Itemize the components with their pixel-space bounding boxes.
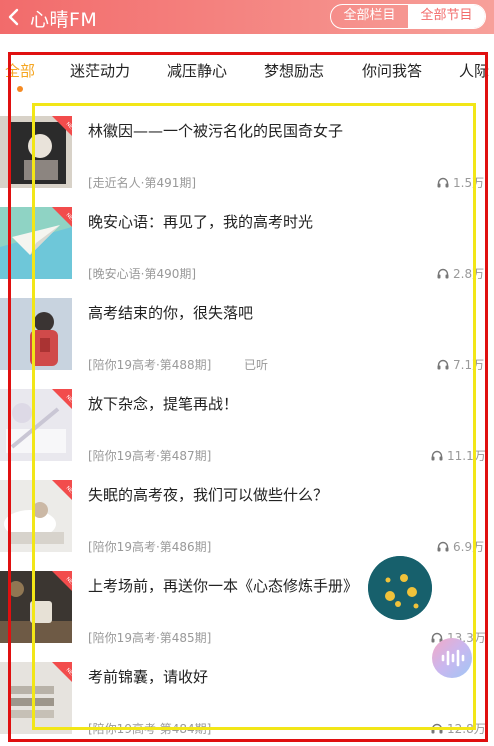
tab-relationships[interactable]: 人际 bbox=[459, 60, 489, 81]
episode-title: 高考结束的你，很失落吧 bbox=[88, 304, 254, 322]
play-count-value: 1.5万 bbox=[453, 176, 485, 190]
episode-cover bbox=[0, 298, 72, 370]
audio-play-button[interactable] bbox=[432, 638, 472, 678]
new-badge-icon: NEW bbox=[52, 480, 72, 500]
headphones-icon bbox=[437, 541, 449, 552]
headphones-icon bbox=[431, 450, 443, 461]
view-segment-control: 全部栏目 全部节目 bbox=[330, 4, 486, 29]
play-count-value: 12.8万 bbox=[447, 722, 486, 736]
episode-title: 林徽因——一个被污名化的民国奇女子 bbox=[88, 122, 344, 140]
episode-row[interactable]: NEW 考前锦囊，请收好 [陪你19高考·第484期] 12.8万 bbox=[0, 644, 494, 737]
episode-row[interactable]: 高考结束的你，很失落吧 [陪你19高考·第488期] 已听 7.1万 bbox=[0, 280, 494, 372]
episode-row[interactable]: NEW 放下杂念，提笔再战！ [陪你19高考·第487期] 11.1万 bbox=[0, 371, 494, 463]
tab-stress-relief[interactable]: 减压静心 bbox=[167, 60, 227, 81]
play-count-value: 11.1万 bbox=[447, 449, 486, 463]
all-episodes-button[interactable]: 全部节目 bbox=[408, 5, 485, 28]
page-title: 心晴FM bbox=[30, 9, 98, 31]
episode-series: [陪你19高考·第484期] bbox=[88, 722, 212, 736]
episode-row[interactable]: NEW 林徽因——一个被污名化的民国奇女子 [走近名人·第491期] 1.5万 bbox=[0, 98, 494, 190]
episode-title: 晚安心语：再见了，我的高考时光 bbox=[88, 213, 314, 231]
new-badge-icon: NEW bbox=[52, 207, 72, 227]
new-badge-icon: NEW bbox=[52, 571, 72, 591]
episode-cover: NEW bbox=[0, 480, 72, 552]
episode-row[interactable]: NEW 晚安心语：再见了，我的高考时光 [晚安心语·第490期] 2.8万 bbox=[0, 189, 494, 281]
episode-cover: NEW bbox=[0, 207, 72, 279]
play-count-value: 2.8万 bbox=[453, 267, 485, 281]
episode-row[interactable]: NEW 失眠的高考夜，我们可以做些什么？ [陪你19高考·第486期] 6.9万 bbox=[0, 462, 494, 554]
play-count-value: 7.1万 bbox=[453, 358, 485, 372]
tab-dream-inspiration[interactable]: 梦想励志 bbox=[264, 60, 324, 81]
episode-cover: NEW bbox=[0, 389, 72, 461]
headphones-icon bbox=[431, 723, 443, 734]
category-tabs: 全部 迷茫动力 减压静心 梦想励志 你问我答 人际 bbox=[0, 52, 494, 92]
new-badge-icon: NEW bbox=[52, 662, 72, 682]
active-tab-indicator bbox=[17, 86, 23, 92]
episode-title: 考前锦囊，请收好 bbox=[88, 668, 209, 686]
all-columns-button[interactable]: 全部栏目 bbox=[331, 5, 408, 28]
audio-wave-icon bbox=[441, 649, 465, 667]
headphones-icon bbox=[437, 359, 449, 370]
headphones-icon bbox=[437, 177, 449, 188]
tab-all[interactable]: 全部 bbox=[5, 60, 35, 81]
play-count: 12.8万 bbox=[431, 720, 486, 737]
episode-cover: NEW bbox=[0, 571, 72, 643]
new-badge-icon: NEW bbox=[52, 116, 72, 136]
tab-confusion-motivation[interactable]: 迷茫动力 bbox=[70, 60, 130, 81]
episode-title: 失眠的高考夜，我们可以做些什么？ bbox=[88, 486, 329, 504]
tab-qa[interactable]: 你问我答 bbox=[362, 60, 422, 81]
new-badge-icon: NEW bbox=[52, 389, 72, 409]
episode-cover: NEW bbox=[0, 116, 72, 188]
episode-title: 放下杂念，提笔再战！ bbox=[88, 395, 239, 413]
floating-player-globe[interactable] bbox=[368, 556, 432, 620]
episode-cover: NEW bbox=[0, 662, 72, 734]
headphones-icon bbox=[437, 268, 449, 279]
globe-icon bbox=[368, 556, 432, 620]
episode-title: 上考场前，再送你一本《心态修炼手册》 bbox=[88, 577, 359, 595]
play-count-value: 6.9万 bbox=[453, 540, 485, 554]
header-bar: 心晴FM 全部栏目 全部节目 bbox=[0, 0, 494, 34]
back-arrow-icon[interactable] bbox=[4, 7, 24, 27]
